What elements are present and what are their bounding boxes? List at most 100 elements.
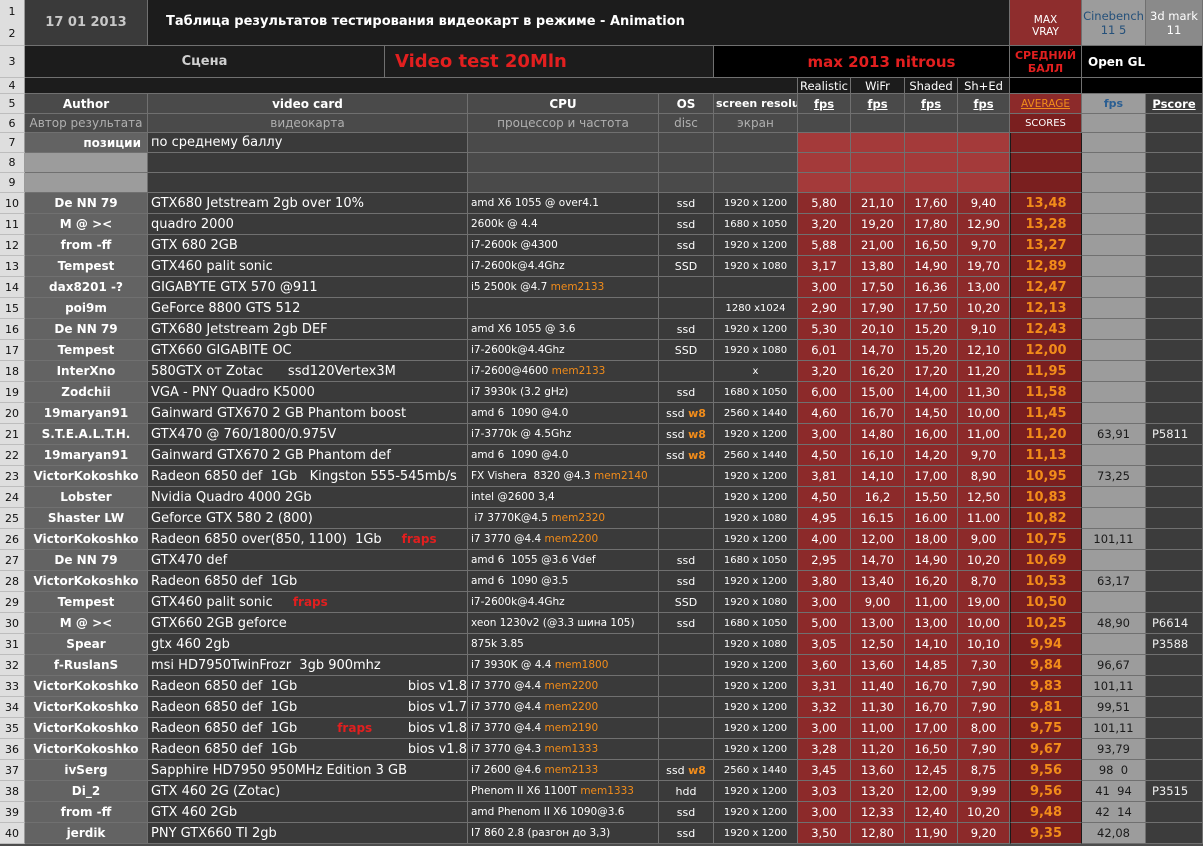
resolution-cell[interactable]: 2560 x 1440: [714, 445, 798, 466]
cpu-cell[interactable]: amd 6 1090 @4.0: [468, 445, 659, 466]
author-cell[interactable]: VictorKokoshko: [25, 697, 148, 718]
row8-os[interactable]: [659, 153, 714, 173]
cinebench-score-cell[interactable]: 41 94: [1082, 781, 1146, 802]
fps-shed-cell[interactable]: 12,10: [958, 340, 1010, 361]
cinebench-score-cell[interactable]: [1082, 382, 1146, 403]
os-disc-cell[interactable]: ssd: [659, 319, 714, 340]
resolution-cell[interactable]: 2560 x 1440: [714, 760, 798, 781]
fps-shed-cell[interactable]: 9,99: [958, 781, 1010, 802]
fps-shaded-cell[interactable]: 14,00: [905, 382, 958, 403]
pscore-cell[interactable]: [1146, 403, 1203, 424]
os-disc-cell[interactable]: [659, 487, 714, 508]
pscore-cell[interactable]: [1146, 676, 1203, 697]
row9-avg[interactable]: [1010, 173, 1082, 193]
author-cell[interactable]: Lobster: [25, 487, 148, 508]
fps-realistic-cell[interactable]: 4,60: [798, 403, 851, 424]
fps-shed-cell[interactable]: 9,70: [958, 445, 1010, 466]
fps-shed-cell[interactable]: 10,20: [958, 550, 1010, 571]
row-number[interactable]: 11: [0, 214, 25, 235]
fps-shaded-cell[interactable]: 12,40: [905, 802, 958, 823]
cinebench-score-cell[interactable]: [1082, 277, 1146, 298]
os-disc-cell[interactable]: ssd w8: [659, 760, 714, 781]
fps-wifr-cell[interactable]: 13,00: [851, 613, 905, 634]
os-disc-cell[interactable]: [659, 508, 714, 529]
row-number[interactable]: 16: [0, 319, 25, 340]
cinebench-score-cell[interactable]: [1082, 319, 1146, 340]
cpu-cell[interactable]: 875k 3.85: [468, 634, 659, 655]
row-number[interactable]: 34: [0, 697, 25, 718]
row-number[interactable]: 22: [0, 445, 25, 466]
row-number[interactable]: 12: [0, 235, 25, 256]
fps-shed-cell[interactable]: 9,10: [958, 319, 1010, 340]
row7-f4[interactable]: [958, 133, 1010, 153]
video-card-cell[interactable]: GTX460 palit sonic fraps: [148, 592, 468, 613]
video-card-cell[interactable]: GeForce 8800 GTS 512: [148, 298, 468, 319]
cpu-cell[interactable]: i7-2600@4600 mem2133: [468, 361, 659, 382]
author-cell[interactable]: 19maryan91: [25, 445, 148, 466]
os-disc-cell[interactable]: hdd: [659, 781, 714, 802]
row7-cpu[interactable]: [468, 133, 659, 153]
row9-f1[interactable]: [798, 173, 851, 193]
average-score-cell[interactable]: 12,89: [1010, 256, 1082, 277]
cinebench-score-cell[interactable]: [1082, 403, 1146, 424]
author-cell[interactable]: InterXno: [25, 361, 148, 382]
fps-shaded-cell[interactable]: 16,70: [905, 697, 958, 718]
row-number-4[interactable]: 4: [0, 78, 25, 94]
fps-shed-cell[interactable]: 8,70: [958, 571, 1010, 592]
fps-shaded-cell[interactable]: 16,00: [905, 424, 958, 445]
fps-shaded-cell[interactable]: 16,20: [905, 571, 958, 592]
row-number[interactable]: 19: [0, 382, 25, 403]
avg-ball-cell[interactable]: СРЕДНИЙ БАЛЛ: [1010, 46, 1082, 78]
row-number[interactable]: 21: [0, 424, 25, 445]
resolution-cell[interactable]: 2560 x 1440: [714, 403, 798, 424]
row-number[interactable]: 35: [0, 718, 25, 739]
cinebench-score-cell[interactable]: [1082, 445, 1146, 466]
os-disc-cell[interactable]: [659, 718, 714, 739]
row8-3d[interactable]: [1146, 153, 1203, 173]
video-card-cell[interactable]: PNY GTX660 TI 2gb: [148, 823, 468, 844]
author-cell[interactable]: S.T.E.A.L.T.H.: [25, 424, 148, 445]
resolution-cell[interactable]: 1920 x 1200: [714, 739, 798, 760]
row8-f4[interactable]: [958, 153, 1010, 173]
fps-shed-cell[interactable]: 19,00: [958, 592, 1010, 613]
fps-wifr-cell[interactable]: 14,70: [851, 340, 905, 361]
row4-right-blank[interactable]: [1082, 78, 1203, 94]
fps-shaded-cell[interactable]: 14,90: [905, 256, 958, 277]
fps-shaded-cell[interactable]: 17,50: [905, 298, 958, 319]
video-card-cell[interactable]: Radeon 6850 def 1Gb bios v1.7: [148, 697, 468, 718]
scene-label-cell[interactable]: Сцена: [25, 46, 385, 78]
row-number-5[interactable]: 5: [0, 94, 25, 114]
pscore-cell[interactable]: [1146, 256, 1203, 277]
average-score-cell[interactable]: 9,94: [1010, 634, 1082, 655]
row-number[interactable]: 25: [0, 508, 25, 529]
resolution-cell[interactable]: 1920 x 1200: [714, 676, 798, 697]
row8-res[interactable]: [714, 153, 798, 173]
row7-cb[interactable]: [1082, 133, 1146, 153]
os-disc-cell[interactable]: ssd w8: [659, 403, 714, 424]
video-card-cell[interactable]: GTX 460 2G (Zotac): [148, 781, 468, 802]
cinebench-score-cell[interactable]: [1082, 256, 1146, 277]
cinebench-score-cell[interactable]: 101,11: [1082, 529, 1146, 550]
pscore-cell[interactable]: [1146, 739, 1203, 760]
fps-shaded-cell[interactable]: 15,20: [905, 319, 958, 340]
resolution-cell[interactable]: 1280 x1024: [714, 298, 798, 319]
fps-shed-cell[interactable]: 7,90: [958, 739, 1010, 760]
average-score-cell[interactable]: 11,95: [1010, 361, 1082, 382]
cpu-cell[interactable]: i7-2600k @4300: [468, 235, 659, 256]
video-card-cell[interactable]: Gainward GTX670 2 GB Phantom def: [148, 445, 468, 466]
fps-shaded-cell[interactable]: 16,70: [905, 676, 958, 697]
fps-shed-cell[interactable]: 9,00: [958, 529, 1010, 550]
row9-cpu[interactable]: [468, 173, 659, 193]
resolution-cell[interactable]: 1920 x 1200: [714, 487, 798, 508]
row-number[interactable]: 39: [0, 802, 25, 823]
average-score-cell[interactable]: 9,56: [1010, 760, 1082, 781]
cinebench-score-cell[interactable]: 96,67: [1082, 655, 1146, 676]
col-cpu-ru[interactable]: процессор и частота: [468, 114, 659, 133]
fps-realistic-cell[interactable]: 5,88: [798, 235, 851, 256]
fps-wifr-cell[interactable]: 14,10: [851, 466, 905, 487]
cpu-cell[interactable]: i7 3770 @4.4 mem2190: [468, 718, 659, 739]
cpu-cell[interactable]: amd 6 1090 @3.5: [468, 571, 659, 592]
author-cell[interactable]: De NN 79: [25, 193, 148, 214]
fps-wifr-cell[interactable]: 14,70: [851, 550, 905, 571]
fps-wifr-cell[interactable]: 9,00: [851, 592, 905, 613]
